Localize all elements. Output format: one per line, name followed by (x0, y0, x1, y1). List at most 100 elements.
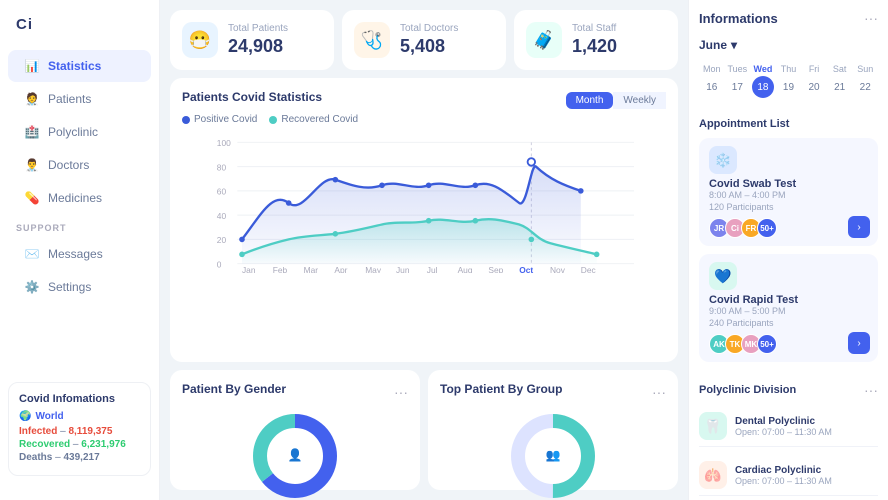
doctors-stat-info: Total Doctors 5,408 (400, 23, 458, 57)
dental-time: Open: 07:00 – 11:30 AM (735, 427, 832, 437)
swab-avatars: JR Ci FR 50+ (709, 218, 868, 238)
gender-menu-dots[interactable]: ··· (394, 384, 408, 400)
covid-stats-chart-card: Patients Covid Statistics Month Weekly P… (170, 78, 678, 362)
appointment-list-label: Appointment List (699, 118, 878, 130)
group-chart-header: Top Patient By Group ··· (440, 382, 666, 402)
patients-stat-info: Total Patients 24,908 (228, 23, 288, 57)
right-panel: Informations ··· June ▾ Mon Tues Wed Thu… (688, 0, 888, 500)
sidebar-nav: 📊 Statistics 🧑‍⚕️ Patients 🏥 Polyclinic … (0, 49, 159, 215)
staff-stat-value: 1,420 (572, 36, 617, 57)
svg-text:60: 60 (217, 187, 227, 197)
gender-donut-svg: 👤 (250, 411, 340, 500)
polyclinic-icon: 🏥 (24, 124, 40, 140)
svg-text:May: May (365, 265, 382, 273)
sidebar-label-messages: Messages (48, 247, 103, 261)
cardiac-name: Cardiac Polyclinic (735, 465, 832, 476)
svg-text:Aug: Aug (458, 265, 473, 273)
group-menu-dots[interactable]: ··· (652, 384, 666, 400)
dental-icon: 🦷 (699, 412, 727, 440)
recovered-dot (269, 116, 277, 124)
sidebar-logo: Ci (0, 16, 159, 49)
svg-text:👤: 👤 (288, 448, 303, 462)
messages-icon: ✉️ (24, 246, 40, 262)
cardiac-icon: 🫁 (699, 461, 727, 489)
sidebar-label-doctors: Doctors (48, 158, 89, 172)
sidebar-item-messages[interactable]: ✉️ Messages (8, 238, 151, 270)
svg-text:Nov: Nov (550, 265, 566, 273)
calendar-day-18[interactable]: 18 (752, 76, 774, 98)
sidebar-item-doctors[interactable]: 👨‍⚕️ Doctors (8, 149, 151, 181)
sidebar-item-statistics[interactable]: 📊 Statistics (8, 50, 151, 82)
calendar-days-header: Mon Tues Wed Thu Fri Sat Sun (699, 64, 878, 74)
sidebar-label-statistics: Statistics (48, 59, 101, 73)
toggle-month-button[interactable]: Month (566, 92, 614, 109)
dental-info: Dental Polyclinic Open: 07:00 – 11:30 AM (735, 416, 832, 437)
swab-icon: ❄️ (709, 146, 737, 174)
calendar-day-17[interactable]: 17 (726, 76, 748, 98)
cardiac-time: Open: 07:00 – 11:30 AM (735, 476, 832, 486)
rapid-arrow-button[interactable]: › (848, 332, 870, 354)
positive-label: Positive Covid (194, 114, 257, 125)
stat-card-staff: 🧳 Total Staff 1,420 (514, 10, 678, 70)
covid-deaths: Deaths – 439,217 (19, 452, 140, 463)
calendar-day-21[interactable]: 21 (829, 76, 851, 98)
day-tues: Tues (725, 64, 751, 74)
calendar: Mon Tues Wed Thu Fri Sat Sun 16 17 18 19… (699, 64, 878, 98)
day-sun: Sun (852, 64, 878, 74)
dental-name: Dental Polyclinic (735, 416, 832, 427)
sidebar-item-settings[interactable]: ⚙️ Settings (8, 271, 151, 303)
sidebar-item-patients[interactable]: 🧑‍⚕️ Patients (8, 83, 151, 115)
month-selector[interactable]: June ▾ (699, 38, 878, 52)
day-thu: Thu (776, 64, 802, 74)
gender-chart-header: Patient By Gender ··· (182, 382, 408, 402)
svg-text:Jul: Jul (427, 265, 438, 273)
covid-chart-title: Patients Covid Statistics (182, 90, 322, 104)
day-mon: Mon (699, 64, 725, 74)
rapid-icon: 💙 (709, 262, 737, 290)
sidebar-support-nav: ✉️ Messages ⚙️ Settings (0, 237, 159, 304)
sidebar-label-patients: Patients (48, 92, 91, 106)
appointment-rapid-card: 💙 Covid Rapid Test 9:00 AM – 5:00 PM 240… (699, 254, 878, 362)
avatar-extra-rapid: 50+ (757, 334, 777, 354)
patients-icon: 🧑‍⚕️ (24, 91, 40, 107)
rapid-participants: 240 Participants (709, 318, 868, 328)
sidebar-item-polyclinic[interactable]: 🏥 Polyclinic (8, 116, 151, 148)
sidebar-item-medicines[interactable]: 💊 Medicines (8, 182, 151, 214)
avatar-extra-swab: 50+ (757, 218, 777, 238)
svg-text:0: 0 (217, 259, 222, 269)
positive-dot (182, 116, 190, 124)
day-wed: Wed (750, 64, 776, 74)
calendar-day-22[interactable]: 22 (854, 76, 876, 98)
covid-info-box: Covid Infomations 🌍 World Infected – 8,1… (8, 382, 151, 476)
covid-world-label: 🌍 World (19, 411, 140, 422)
calendar-day-19[interactable]: 19 (777, 76, 799, 98)
panel-title: Informations (699, 11, 778, 26)
day-sat: Sat (827, 64, 853, 74)
svg-text:Sep: Sep (488, 265, 503, 273)
positive-covid-legend: Positive Covid (182, 114, 257, 125)
doctors-stat-label: Total Doctors (400, 23, 458, 34)
polyclinic-menu-dots[interactable]: ··· (864, 382, 878, 398)
swab-participants: 120 Participants (709, 202, 868, 212)
recovered-value: 6,231,976 (81, 439, 126, 450)
cardiac-polyclinic-card: 🫁 Cardiac Polyclinic Open: 07:00 – 11:30… (699, 455, 878, 496)
svg-text:80: 80 (217, 162, 227, 172)
panel-header: Informations ··· (699, 10, 878, 26)
calendar-day-20[interactable]: 20 (803, 76, 825, 98)
panel-menu-dots[interactable]: ··· (864, 10, 878, 26)
rapid-time: 9:00 AM – 5:00 PM (709, 306, 868, 316)
calendar-days-row: 16 17 18 19 20 21 22 (699, 76, 878, 98)
staff-stat-label: Total Staff (572, 23, 617, 34)
swab-time: 8:00 AM – 4:00 PM (709, 190, 868, 200)
doctors-stat-icon: 🩺 (354, 22, 390, 58)
group-donut: 👥 (440, 406, 666, 500)
chart-legend: Positive Covid Recovered Covid (182, 114, 666, 125)
stat-card-patients: 😷 Total Patients 24,908 (170, 10, 334, 70)
toggle-weekly-button[interactable]: Weekly (613, 92, 666, 109)
swab-arrow-button[interactable]: › (848, 216, 870, 238)
upper-charts-row: Patients Covid Statistics Month Weekly P… (170, 78, 678, 362)
patients-stat-value: 24,908 (228, 36, 288, 57)
sidebar: Ci 📊 Statistics 🧑‍⚕️ Patients 🏥 Polyclin… (0, 0, 160, 500)
group-donut-svg: 👥 (508, 411, 598, 500)
calendar-day-16[interactable]: 16 (701, 76, 723, 98)
